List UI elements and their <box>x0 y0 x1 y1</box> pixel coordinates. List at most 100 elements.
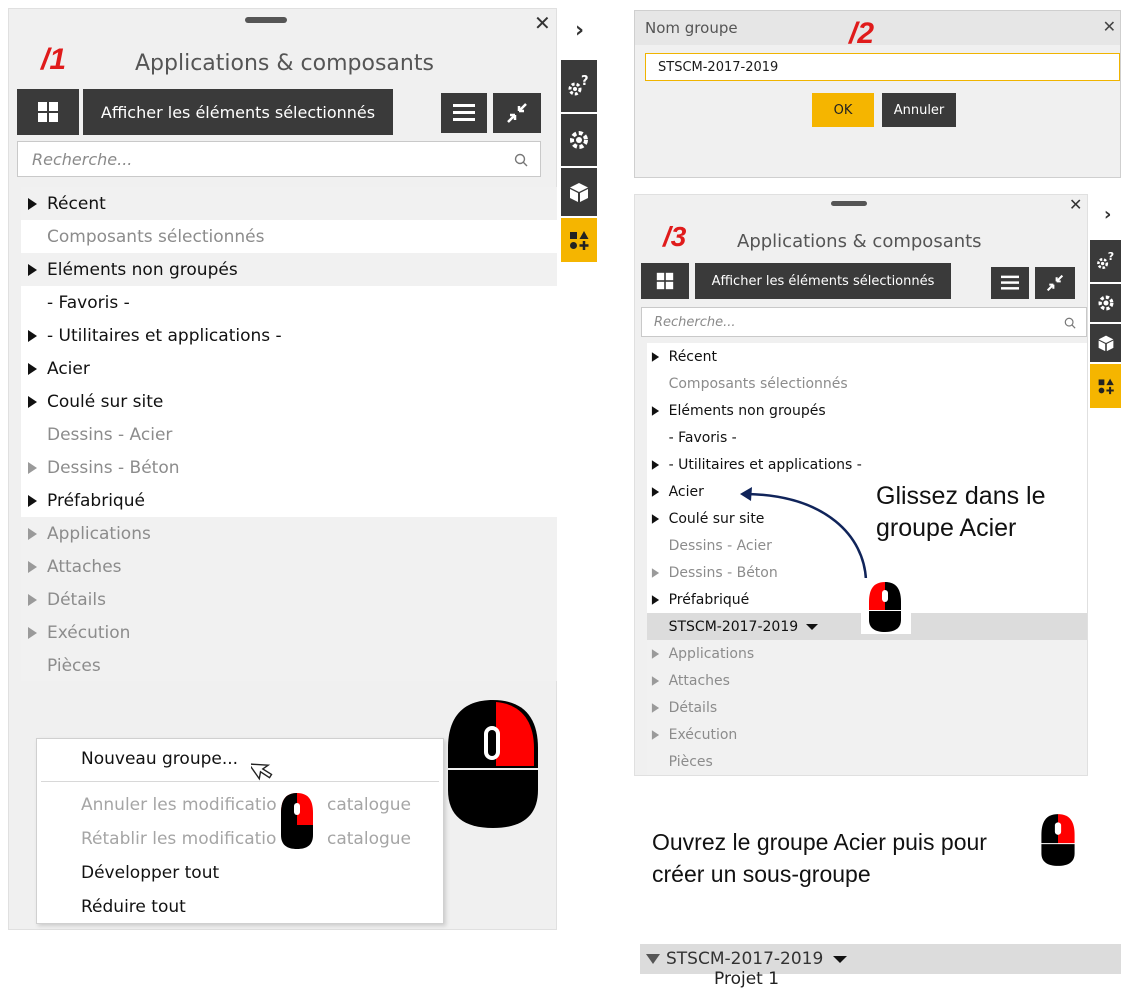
expand-arrow-icon[interactable] <box>27 461 37 474</box>
search-input[interactable]: Recherche... <box>641 307 1087 337</box>
dropdown-caret-icon[interactable] <box>806 623 819 630</box>
tree-item[interactable]: Pièces <box>647 748 1087 775</box>
tree-item[interactable]: Composants sélectionnés <box>647 370 1087 397</box>
tree-item[interactable]: Composants sélectionnés <box>21 220 557 253</box>
tree-item[interactable]: Dessins - Acier <box>21 418 557 451</box>
expanded-group-row[interactable]: STSCM-2017-2019 <box>640 944 1121 974</box>
grid-view-button[interactable] <box>17 89 79 135</box>
expand-arrow-icon[interactable] <box>652 675 660 686</box>
expand-arrow-icon[interactable] <box>27 197 37 210</box>
tree-item[interactable]: Eléments non groupés <box>647 397 1087 424</box>
search-icon[interactable] <box>1064 317 1076 329</box>
group-name-input[interactable]: STSCM-2017-2019 <box>645 53 1120 81</box>
show-selected-button[interactable]: Afficher les éléments sélectionnés <box>695 263 951 299</box>
menu-item-expand-all[interactable]: Développer tout <box>81 863 219 883</box>
expand-triangle-icon[interactable] <box>646 954 660 964</box>
sidebar-applications-button[interactable] <box>1090 364 1121 408</box>
drag-handle[interactable] <box>831 201 867 206</box>
tree-item[interactable]: - Utilitaires et applications - <box>21 319 557 352</box>
tree-item-label: Eléments non groupés <box>668 402 826 419</box>
show-selected-button[interactable]: Afficher les éléments sélectionnés <box>83 89 393 135</box>
tree-item[interactable]: Exécution <box>647 721 1087 748</box>
expand-arrow-icon[interactable] <box>27 395 37 408</box>
search-icon[interactable] <box>514 153 528 167</box>
tree-item[interactable]: Récent <box>21 187 557 220</box>
sidebar-settings-button[interactable] <box>1090 284 1121 322</box>
tree-item[interactable]: Acier <box>21 352 557 385</box>
sidebar-settings-help-button[interactable]: ? <box>1090 240 1121 282</box>
expand-arrow-icon[interactable] <box>27 593 37 606</box>
catalog-tree: Récent Composants sélectionnés Eléments no… <box>21 187 557 681</box>
expand-arrow-icon[interactable] <box>652 405 660 416</box>
tree-arrow-slot <box>21 329 43 342</box>
expand-arrow-icon[interactable] <box>652 567 660 578</box>
sidebar-model-button[interactable] <box>1090 324 1121 362</box>
group-label: STSCM-2017-2019 <box>666 949 824 969</box>
chevron-right-icon[interactable]: › <box>575 18 584 43</box>
sidebar-settings-button[interactable] <box>561 114 597 166</box>
tree-item[interactable]: Récent <box>647 343 1087 370</box>
shapes-plus-icon <box>570 231 589 250</box>
expand-arrow-icon[interactable] <box>27 263 37 276</box>
close-icon[interactable]: ✕ <box>534 11 551 35</box>
tree-item[interactable]: Dessins - Béton <box>21 451 557 484</box>
cancel-button[interactable]: Annuler <box>882 93 956 127</box>
tree-item[interactable]: Applications <box>21 517 557 550</box>
expand-arrow-icon[interactable] <box>27 329 37 342</box>
tree-item[interactable]: Détails <box>21 583 557 616</box>
expand-arrow-icon[interactable] <box>652 513 660 524</box>
list-icon <box>1001 275 1019 290</box>
tree-item[interactable]: - Favoris - <box>21 286 557 319</box>
menu-item-new-group[interactable]: Nouveau groupe... <box>81 749 238 769</box>
chevron-right-icon[interactable]: › <box>1104 204 1111 225</box>
sidebar-model-button[interactable] <box>561 168 597 216</box>
grid-icon <box>656 272 674 290</box>
tree-item[interactable]: Applications <box>647 640 1087 667</box>
tree-item[interactable]: Pièces <box>21 649 557 681</box>
subgroup-row[interactable]: Projet 1 <box>640 971 1121 988</box>
close-icon[interactable]: ✕ <box>1103 17 1116 36</box>
collapse-panel-button[interactable] <box>1035 267 1075 299</box>
close-icon[interactable]: ✕ <box>1069 195 1082 214</box>
step-label: /1 <box>41 43 67 76</box>
tree-item[interactable]: - Favoris - <box>647 424 1087 451</box>
grid-view-button[interactable] <box>641 263 689 299</box>
tree-arrow-slot <box>21 494 43 507</box>
drag-handle[interactable] <box>245 17 287 23</box>
expand-arrow-icon[interactable] <box>27 362 37 375</box>
tree-item-label: STSCM-2017-2019 <box>668 618 799 635</box>
expand-arrow-icon[interactable] <box>27 527 37 540</box>
expand-arrow-icon[interactable] <box>652 594 660 605</box>
expand-arrow-icon[interactable] <box>27 560 37 573</box>
expand-arrow-icon[interactable] <box>652 648 660 659</box>
list-view-button[interactable] <box>441 93 487 133</box>
expand-arrow-icon[interactable] <box>652 702 660 713</box>
tree-item[interactable]: Exécution <box>21 616 557 649</box>
expand-arrow-icon[interactable] <box>27 626 37 639</box>
tree-item[interactable]: - Utilitaires et applications - <box>647 451 1087 478</box>
expand-arrow-icon[interactable] <box>652 729 660 740</box>
tree-item[interactable]: Détails <box>647 694 1087 721</box>
tree-arrow-slot <box>647 513 665 525</box>
tree-item[interactable]: Préfabriqué <box>21 484 557 517</box>
menu-item-redo: Rétablir les modificatio <box>81 829 276 849</box>
tree-item[interactable]: Attaches <box>647 667 1087 694</box>
tree-item[interactable]: Attaches <box>21 550 557 583</box>
search-input[interactable]: Recherche... <box>17 141 541 177</box>
dialog-header: Nom groupe ✕ <box>635 11 1120 45</box>
tree-item[interactable]: Coulé sur site <box>21 385 557 418</box>
step-label: /3 <box>663 221 687 252</box>
tree-item-label: Coulé sur site <box>47 391 164 412</box>
collapse-panel-button[interactable] <box>493 93 541 133</box>
expand-arrow-icon[interactable] <box>652 351 660 362</box>
menu-item-collapse-all[interactable]: Réduire tout <box>81 897 186 917</box>
list-view-button[interactable] <box>991 267 1029 299</box>
sidebar-settings-help-button[interactable]: ? <box>561 60 597 112</box>
expand-arrow-icon[interactable] <box>27 494 37 507</box>
dropdown-caret-icon[interactable] <box>833 955 848 963</box>
sidebar-applications-button[interactable] <box>561 218 597 262</box>
expand-arrow-icon[interactable] <box>652 486 660 497</box>
expand-arrow-icon[interactable] <box>652 459 660 470</box>
ok-button[interactable]: OK <box>812 93 874 127</box>
tree-item[interactable]: Eléments non groupés <box>21 253 557 286</box>
